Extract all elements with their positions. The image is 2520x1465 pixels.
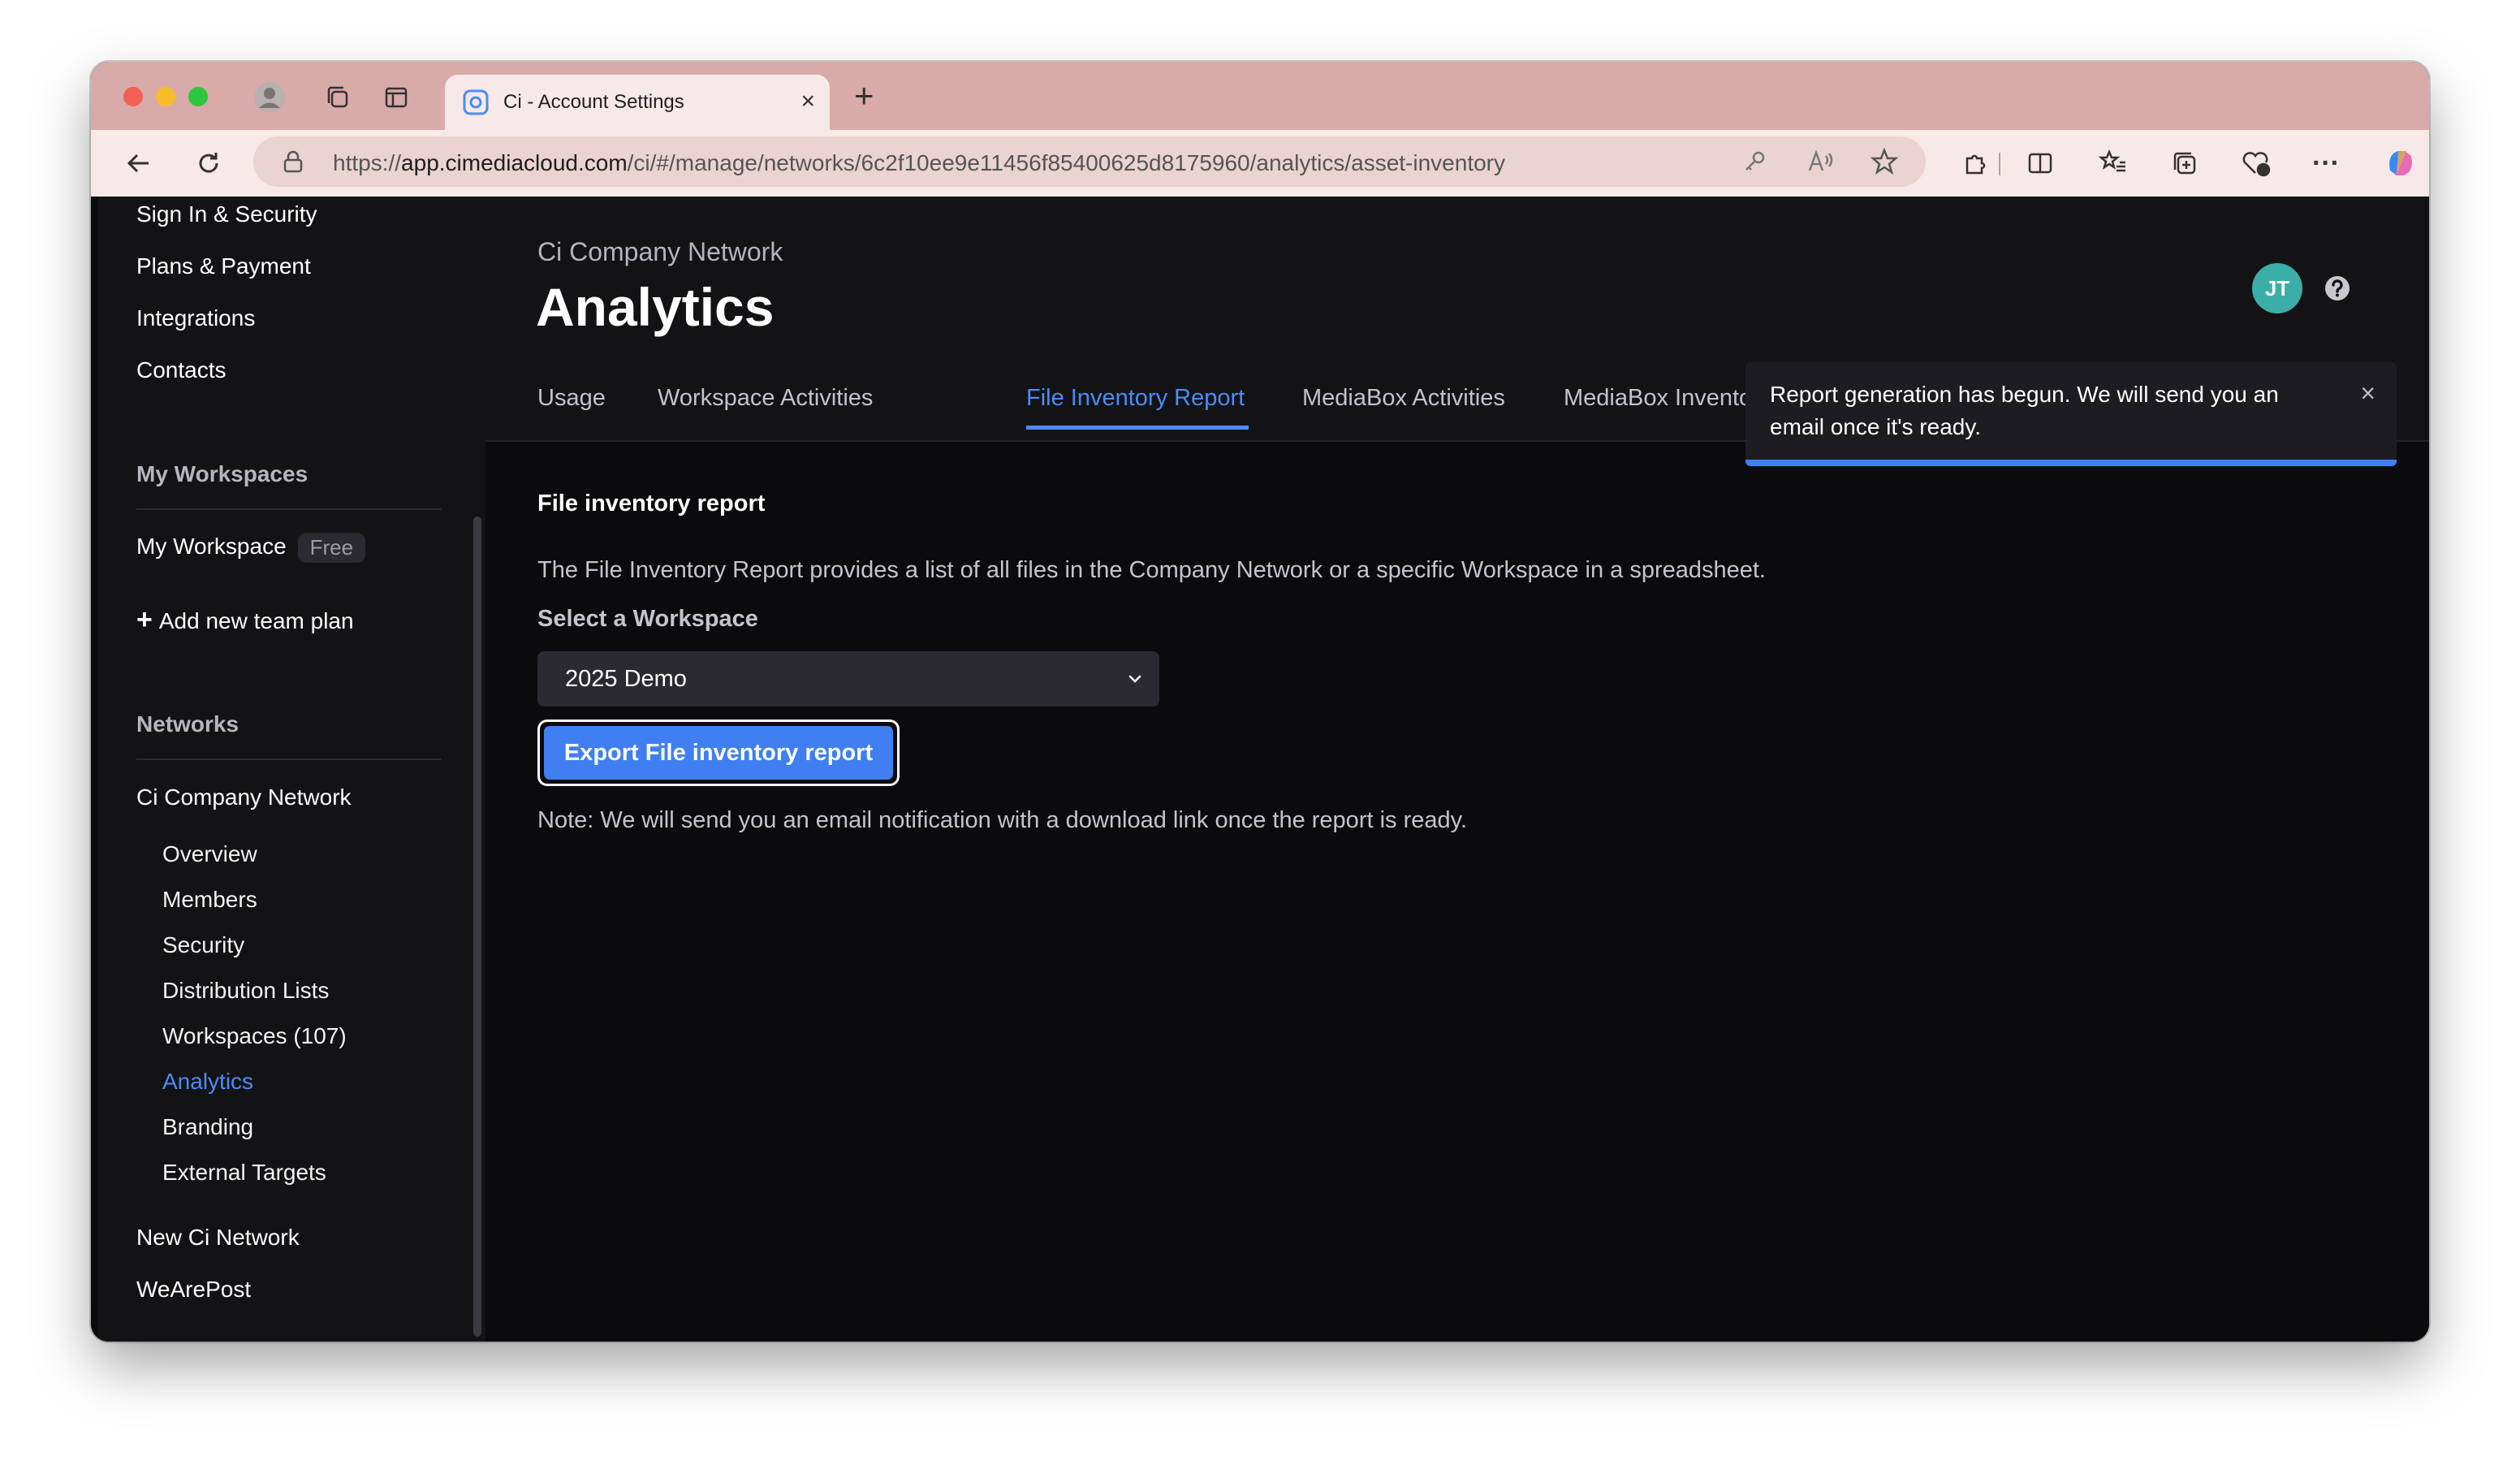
sidebar-item-workspaces[interactable]: Workspaces (107)	[162, 1023, 347, 1049]
collections-icon[interactable]	[2168, 146, 2202, 180]
sidebar-item-overview[interactable]: Overview	[162, 841, 257, 867]
sidebar-item-plans-payment[interactable]: Plans & Payment	[136, 253, 311, 279]
close-tab-icon[interactable]: ×	[800, 88, 815, 115]
help-icon[interactable]	[2324, 274, 2351, 302]
sidebar-heading-networks: Networks	[136, 711, 239, 737]
sidebar-divider	[136, 508, 442, 510]
sidebar-scrollbar[interactable]	[473, 516, 481, 1337]
workspaces-icon[interactable]	[321, 81, 354, 114]
browser-toolbar: https://app.cimediacloud.com/ci/#/manage…	[91, 130, 2429, 197]
browser-window: Ci - Account Settings × + https://app.ci…	[91, 62, 2429, 1342]
tab-workspace-activities[interactable]: Workspace Activities	[658, 385, 873, 412]
export-note: Note: We will send you an email notifica…	[537, 807, 1468, 833]
chevron-down-icon	[1128, 675, 1141, 683]
tab-mediabox-activities[interactable]: MediaBox Activities	[1302, 385, 1505, 412]
add-team-plan-button[interactable]: + Add new team plan	[136, 604, 354, 636]
workspace-select-label: Select a Workspace	[537, 606, 758, 632]
section-title: File inventory report	[537, 490, 766, 516]
sidebar-item-analytics[interactable]: Analytics	[162, 1069, 253, 1095]
network-subtitle: Ci Company Network	[537, 237, 783, 266]
sidebar-item-branding[interactable]: Branding	[162, 1114, 253, 1140]
sidebar: Sign In & Security Plans & Payment Integ…	[97, 197, 485, 1342]
sidebar-item-members[interactable]: Members	[162, 887, 257, 913]
favorites-icon[interactable]	[2096, 146, 2130, 180]
sidebar-item-security[interactable]: Security	[162, 932, 244, 958]
extensions-icon[interactable]	[1958, 146, 1992, 180]
tab-mediabox-inventory[interactable]: MediaBox Inventory	[1564, 385, 1771, 412]
split-screen-icon[interactable]	[2023, 146, 2057, 180]
close-window-button[interactable]	[123, 87, 143, 106]
active-tab-indicator	[1026, 426, 1249, 430]
page-title: Analytics	[536, 277, 775, 337]
plan-badge: Free	[297, 533, 366, 563]
reload-icon[interactable]	[190, 145, 227, 182]
sidebar-item-integrations[interactable]: Integrations	[136, 305, 255, 331]
avatar[interactable]: JT	[2252, 263, 2302, 313]
sidebar-item-external-targets[interactable]: External Targets	[162, 1160, 326, 1186]
url-scheme: https://	[333, 150, 402, 175]
url-host: app.cimediacloud.com	[401, 150, 628, 175]
my-workspace-label: My Workspace	[136, 533, 287, 559]
workspace-select-value: 2025 Demo	[565, 666, 687, 692]
address-bar[interactable]: https://app.cimediacloud.com/ci/#/manage…	[253, 136, 1926, 187]
sidebar-item-sign-in-security[interactable]: Sign In & Security	[136, 201, 317, 227]
tab-actions-icon[interactable]	[380, 81, 412, 114]
app-page: Sign In & Security Plans & Payment Integ…	[91, 197, 2429, 1342]
add-team-plan-label: Add new team plan	[158, 608, 354, 633]
new-tab-icon[interactable]: +	[854, 79, 874, 113]
notification-toast: Report generation has begun. We will sen…	[1745, 362, 2397, 466]
browser-essentials-icon[interactable]	[2239, 146, 2273, 180]
browser-tab-title: Ci - Account Settings	[503, 91, 684, 113]
sidebar-item-new-ci-network[interactable]: New Ci Network	[136, 1225, 300, 1251]
sidebar-divider	[136, 758, 442, 760]
toolbar-divider	[1999, 153, 2000, 175]
favorite-star-icon[interactable]	[1869, 146, 1900, 177]
section-description: The File Inventory Report provides a lis…	[537, 557, 1766, 583]
minimize-window-button[interactable]	[156, 87, 175, 106]
toast-message: Report generation has begun. We will sen…	[1770, 382, 2279, 439]
export-report-label: Export File inventory report	[544, 726, 893, 780]
key-icon[interactable]	[1741, 148, 1768, 175]
sidebar-item-network[interactable]: Ci Company Network	[136, 784, 352, 810]
browser-tabbar: Ci - Account Settings × +	[91, 62, 2429, 130]
back-icon[interactable]	[120, 145, 158, 182]
tab-usage[interactable]: Usage	[537, 385, 606, 412]
sidebar-item-contacts[interactable]: Contacts	[136, 357, 227, 383]
sidebar-item-my-workspace[interactable]: My Workspace Free	[136, 533, 366, 563]
browser-tab-active[interactable]: Ci - Account Settings ×	[445, 75, 830, 130]
url-path: /ci/#/manage/networks/6c2f10ee9e11456f85…	[627, 150, 1505, 175]
close-icon[interactable]: ×	[2360, 378, 2375, 408]
maximize-window-button[interactable]	[188, 87, 208, 106]
sidebar-item-wearepost[interactable]: WeArePost	[136, 1277, 251, 1303]
copilot-icon[interactable]	[2382, 145, 2419, 182]
profile-icon[interactable]	[252, 80, 287, 115]
toast-progress-bar	[1745, 460, 2397, 466]
url-text[interactable]: https://app.cimediacloud.com/ci/#/manage…	[333, 150, 1505, 176]
sidebar-heading-workspaces: My Workspaces	[136, 461, 309, 486]
sidebar-item-distribution-lists[interactable]: Distribution Lists	[162, 978, 329, 1004]
plus-icon: +	[136, 604, 153, 635]
main-content: Ci Company Network Analytics JT Usage Wo…	[485, 197, 2429, 1342]
more-menu-icon[interactable]: ···	[2309, 146, 2343, 180]
workspace-select[interactable]: 2025 Demo	[537, 651, 1159, 707]
read-aloud-icon[interactable]	[1806, 148, 1835, 175]
lock-icon[interactable]	[279, 148, 307, 175]
tab-file-inventory-report[interactable]: File Inventory Report	[1026, 385, 1245, 412]
ci-favicon-icon	[463, 89, 489, 115]
export-report-button[interactable]: Export File inventory report	[537, 720, 900, 786]
